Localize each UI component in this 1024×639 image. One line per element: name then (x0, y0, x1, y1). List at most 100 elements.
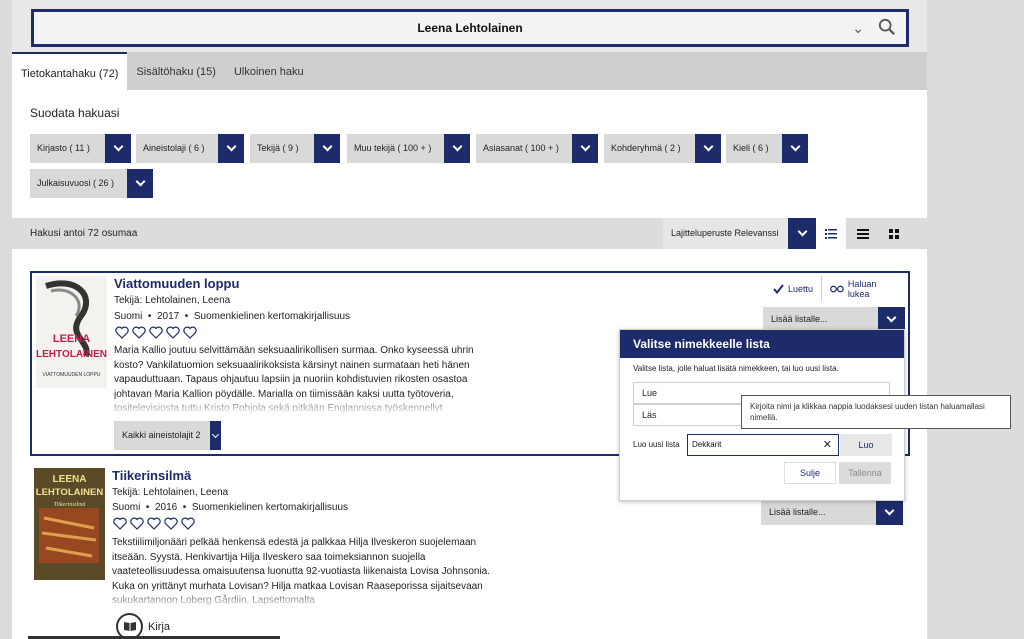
heart-icon[interactable] (149, 326, 163, 339)
want-to-read-button[interactable]: Haluan lukea (822, 276, 908, 301)
heart-icon[interactable] (115, 326, 129, 339)
save-button[interactable]: Tallenna (839, 462, 891, 484)
item-title[interactable]: Viattomuuden loppu (114, 276, 239, 291)
heart-icon[interactable] (181, 517, 195, 530)
heart-icon[interactable] (147, 517, 161, 530)
tab-database-search[interactable]: Tietokantahaku (72) (12, 52, 128, 90)
description-fade (110, 589, 500, 609)
item-title[interactable]: Tiikerinsilmä (112, 468, 191, 483)
chevron-down-icon[interactable] (218, 134, 244, 163)
filter-library[interactable]: Kirjasto ( 11 ) (30, 134, 131, 163)
cover-author-last: LEHTOLAINEN (36, 349, 107, 360)
item-author[interactable]: Tekijä: Lehtolainen, Leena (114, 293, 230, 309)
filter-count: ( 2 ) (664, 143, 681, 153)
formats-dropdown[interactable]: Kaikki aineistolajit 2 (114, 421, 221, 450)
cover-title: Tiikerinsilmä (54, 502, 86, 508)
filter-title: Suodata hakuasi (30, 106, 120, 120)
tab-external-search[interactable]: Ulkoinen haku (225, 52, 313, 90)
heart-icon[interactable] (113, 517, 127, 530)
results-count: Hakusi antoi 72 osumaa (30, 228, 138, 239)
filter-author[interactable]: Tekijä ( 9 ) (250, 134, 340, 163)
dialog-intro: Valitse lista, jolle haluat lisätä nimek… (633, 364, 839, 373)
filter-target-group[interactable]: Kohderyhmä ( 2 ) (604, 134, 721, 163)
filter-material-type[interactable]: Aineistolaji ( 6 ) (136, 134, 244, 163)
grid-view-button[interactable] (879, 218, 909, 249)
cover-title: VIATTOMUUDEN LOPPU (43, 372, 101, 378)
item-details: Suomi • 2017 • Suomenkielinen kertomakir… (114, 311, 351, 322)
filter-other-author[interactable]: Muu tekijä ( 100 + ) (347, 134, 470, 163)
item-author[interactable]: Tekijä: Lehtolainen, Leena (112, 485, 228, 501)
filter-count: ( 6 ) (752, 143, 769, 153)
detailed-list-icon (825, 228, 837, 239)
chevron-down-icon[interactable] (782, 134, 808, 163)
new-list-input[interactable]: Dekkarit ✕ (687, 434, 839, 456)
sort-label: Lajitteluperuste Relevanssi (663, 218, 788, 249)
clear-icon[interactable]: ✕ (823, 435, 832, 455)
filter-count: ( 9 ) (282, 143, 299, 153)
create-list-tooltip: Kirjoita nimi ja klikkaa nappia luodakse… (741, 395, 1011, 429)
chevron-down-icon[interactable] (127, 169, 153, 198)
chevron-down-icon[interactable] (105, 134, 131, 163)
filter-count: ( 100 + ) (397, 143, 432, 153)
book-cover[interactable]: LEENA LEHTOLAINEN Tiikerinsilmä (34, 468, 105, 580)
item-genre: Suomenkielinen kertomakirjallisuus (193, 311, 351, 322)
heart-icon[interactable] (130, 517, 144, 530)
search-input[interactable]: Leena Lehtolainen ⌄ (31, 9, 909, 47)
want-label: Haluan lukea (847, 278, 877, 299)
filter-label: Kieli (733, 143, 751, 153)
checkmark-icon (773, 283, 784, 294)
cover-author-first: LEENA (53, 474, 87, 485)
filter-label: Aineistolaji (143, 143, 187, 153)
formats-label: Kaikki aineistolajit 2 (114, 421, 210, 450)
chevron-down-icon[interactable] (314, 134, 340, 163)
search-icon[interactable] (878, 18, 896, 36)
chevron-down-icon[interactable] (210, 421, 221, 450)
tab-content-search[interactable]: Sisältöhaku (15) (127, 52, 225, 90)
heart-icon[interactable] (132, 326, 146, 339)
chevron-down-icon[interactable] (572, 134, 598, 163)
filter-publication-year[interactable]: Julkaisuvuosi ( 26 ) (30, 169, 153, 198)
format-label: Kirja (148, 620, 171, 633)
sort-select[interactable]: Lajitteluperuste Relevanssi (663, 218, 816, 249)
compact-list-view-button[interactable] (848, 218, 878, 249)
heart-icon[interactable] (164, 517, 178, 530)
chevron-down-icon[interactable] (444, 134, 470, 163)
chevron-down-icon[interactable]: ⌄ (852, 20, 864, 37)
item-language: Suomi (112, 502, 141, 513)
description-fade (112, 395, 502, 415)
grid-icon (889, 228, 899, 239)
filter-count: ( 11 ) (69, 143, 90, 153)
results-toolbar: Hakusi antoi 72 osumaa Lajitteluperuste … (12, 218, 927, 249)
filter-count: ( 100 + ) (525, 143, 559, 153)
filter-label: Muu tekijä (354, 143, 396, 153)
rating-hearts[interactable] (115, 326, 197, 339)
search-query: Leena Lehtolainen (417, 21, 523, 35)
cover-author-last: LEHTOLAINEN (36, 487, 104, 498)
rating-hearts[interactable] (113, 517, 195, 530)
cover-author-first: LEENA (53, 333, 90, 345)
chevron-down-icon[interactable] (788, 218, 816, 249)
filter-subjects[interactable]: Asiasanat ( 100 + ) (476, 134, 598, 163)
add-list-label: Lisää listalle... (761, 500, 876, 525)
new-list-label: Luo uusi lista (633, 440, 680, 449)
heart-icon[interactable] (183, 326, 197, 339)
item-year: 2016 (154, 502, 178, 513)
create-list-button[interactable]: Luo (840, 434, 892, 456)
read-button[interactable]: Luettu (765, 276, 823, 301)
filter-language[interactable]: Kieli ( 6 ) (726, 134, 808, 163)
book-cover[interactable]: LEENA LEHTOLAINEN VIATTOMUUDEN LOPPU (36, 276, 107, 388)
item-language: Suomi (114, 311, 143, 322)
chevron-down-icon[interactable] (695, 134, 721, 163)
filter-label: Julkaisuvuosi (37, 178, 91, 188)
chevron-down-icon[interactable] (876, 500, 903, 525)
glasses-icon (830, 285, 844, 292)
detailed-list-view-button[interactable] (816, 218, 846, 249)
close-button[interactable]: Sulje (784, 462, 836, 484)
add-to-list-dropdown[interactable]: Lisää listalle... (761, 500, 903, 525)
new-list-value: Dekkarit (692, 440, 722, 449)
heart-icon[interactable] (166, 326, 180, 339)
item-details: Suomi • 2016 • Suomenkielinen kertomakir… (112, 502, 349, 513)
filter-count: ( 26 ) (93, 178, 115, 188)
search-area: Leena Lehtolainen ⌄ (12, 0, 927, 52)
item-genre: Suomenkielinen kertomakirjallisuus (191, 502, 349, 513)
